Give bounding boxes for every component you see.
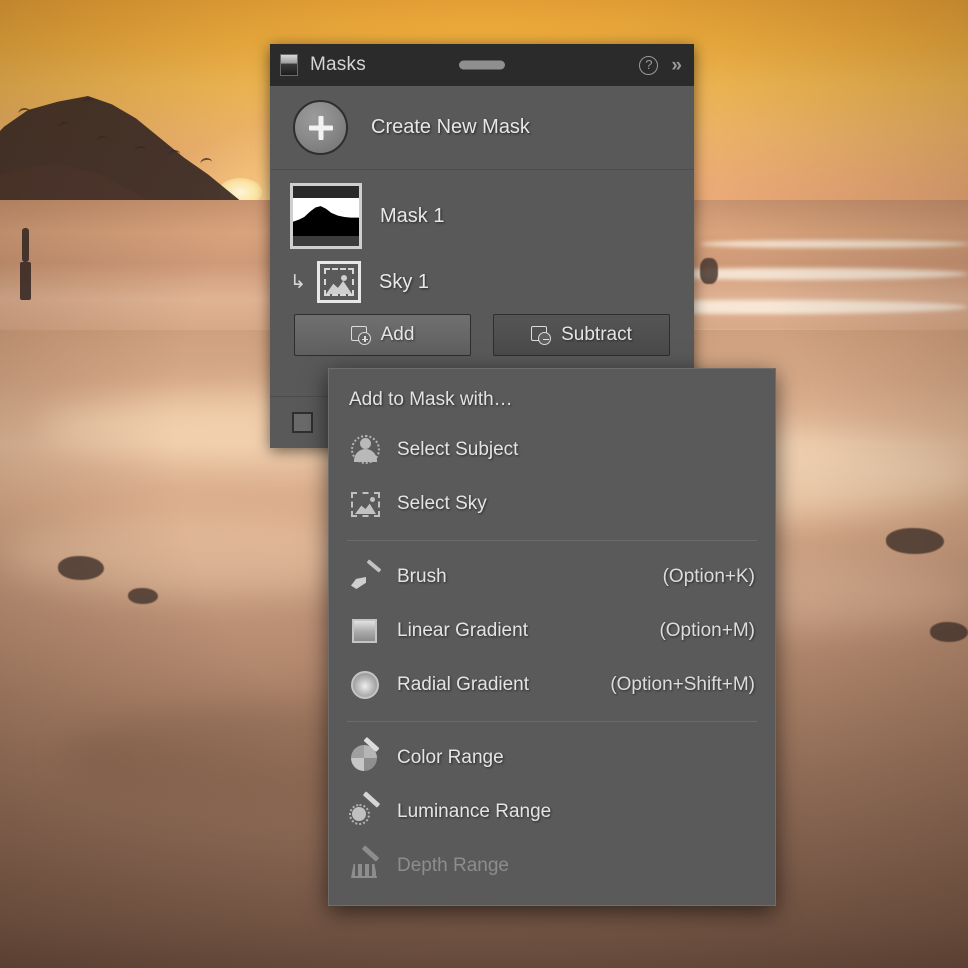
menu-item-label: Depth Range xyxy=(397,855,755,877)
create-new-mask-button[interactable]: Create New Mask xyxy=(270,86,694,170)
menu-item-label: Color Range xyxy=(397,747,755,769)
brush-icon xyxy=(349,562,383,592)
linear-gradient-icon xyxy=(349,616,383,646)
subtract-square-icon xyxy=(531,326,551,345)
mask-list-item-sky-1[interactable]: ↳ Sky 1 xyxy=(270,252,694,312)
menu-item-label: Select Subject xyxy=(397,439,755,461)
show-overlay-checkbox[interactable] xyxy=(292,412,313,433)
help-icon[interactable]: ? xyxy=(639,56,658,75)
menu-item-color-range[interactable]: Color Range xyxy=(329,731,775,785)
menu-item-select-subject[interactable]: Select Subject xyxy=(329,423,775,477)
menu-group-selections: Select Subject Select Sky xyxy=(329,423,775,531)
create-new-mask-label: Create New Mask xyxy=(371,116,530,139)
color-range-icon xyxy=(349,743,383,773)
menu-group-tools: Brush (Option+K) Linear Gradient (Option… xyxy=(329,550,775,712)
sky-selection-thumbnail[interactable] xyxy=(317,261,361,303)
mask-thumbnail[interactable] xyxy=(290,183,362,249)
menu-item-brush[interactable]: Brush (Option+K) xyxy=(329,550,775,604)
menu-heading: Add to Mask with… xyxy=(329,375,775,423)
menu-item-label: Radial Gradient xyxy=(397,674,610,696)
subtract-button-label: Subtract xyxy=(561,324,632,346)
titlebar-actions: ? » xyxy=(639,56,682,75)
select-subject-icon xyxy=(349,435,383,465)
mask-list-item-mask-1[interactable]: Mask 1 xyxy=(270,180,694,252)
menu-separator xyxy=(347,540,757,541)
menu-item-shortcut: (Option+K) xyxy=(663,566,755,588)
mask-name: Sky 1 xyxy=(379,271,429,294)
add-square-icon xyxy=(351,326,371,345)
menu-item-radial-gradient[interactable]: Radial Gradient (Option+Shift+M) xyxy=(329,658,775,712)
menu-item-luminance-range[interactable]: Luminance Range xyxy=(329,785,775,839)
sub-mask-arrow-icon: ↳ xyxy=(290,273,312,292)
menu-item-linear-gradient[interactable]: Linear Gradient (Option+M) xyxy=(329,604,775,658)
add-button-label: Add xyxy=(381,324,415,346)
menu-item-label: Select Sky xyxy=(397,493,755,515)
menu-item-depth-range: Depth Range xyxy=(329,839,775,893)
add-to-mask-menu: Add to Mask with… Select Subject Select … xyxy=(328,368,776,906)
menu-group-ranges: Color Range Luminance Range Depth Range xyxy=(329,731,775,893)
menu-item-select-sky[interactable]: Select Sky xyxy=(329,477,775,531)
expand-chevrons-icon[interactable]: » xyxy=(671,56,682,75)
mask-list: Mask 1 ↳ Sky 1 xyxy=(270,170,694,312)
add-subtract-row: Add Subtract xyxy=(270,314,694,356)
subtract-button[interactable]: Subtract xyxy=(493,314,670,356)
menu-item-label: Brush xyxy=(397,566,663,588)
depth-range-icon xyxy=(349,851,383,881)
mask-name: Mask 1 xyxy=(380,205,444,228)
menu-item-shortcut: (Option+Shift+M) xyxy=(610,674,755,696)
menu-item-label: Luminance Range xyxy=(397,801,755,823)
panel-title: Masks xyxy=(310,54,366,76)
menu-item-shortcut: (Option+M) xyxy=(659,620,755,642)
menu-item-label: Linear Gradient xyxy=(397,620,659,642)
radial-gradient-icon xyxy=(349,670,383,700)
select-sky-icon xyxy=(349,489,383,519)
drag-handle[interactable] xyxy=(459,61,505,70)
panel-titlebar[interactable]: Masks ? » xyxy=(270,44,694,86)
luminance-range-icon xyxy=(349,797,383,827)
mask-icon xyxy=(280,54,298,76)
plus-icon[interactable] xyxy=(293,100,348,155)
add-button[interactable]: Add xyxy=(294,314,471,356)
menu-separator xyxy=(347,721,757,722)
